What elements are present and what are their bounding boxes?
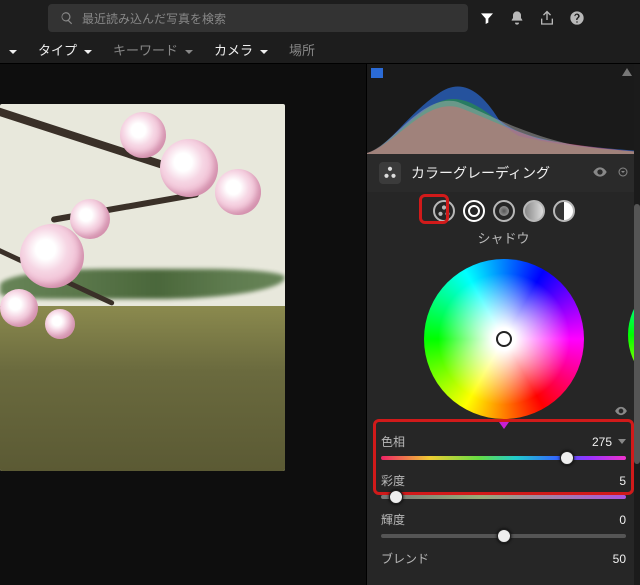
mode-midtones[interactable] xyxy=(493,200,515,222)
slider-sat-label: 彩度 xyxy=(381,472,405,489)
color-wheel[interactable] xyxy=(424,259,584,419)
canvas-area xyxy=(0,64,366,585)
slider-lum-value[interactable]: 0 xyxy=(619,513,626,527)
grading-mode-row xyxy=(367,192,640,226)
tab-keyword[interactable]: キーワード xyxy=(113,40,194,59)
slider-hue-value[interactable]: 275 xyxy=(592,435,612,449)
panel-scrollbar[interactable] xyxy=(634,64,640,585)
slider-hue: 色相 275 xyxy=(381,427,626,466)
top-bar: 最近読み込んだ写真を検索 xyxy=(0,0,640,36)
slider-blend-label: ブレンド xyxy=(381,550,429,567)
panel-menu-icon[interactable] xyxy=(618,166,628,180)
share-icon[interactable] xyxy=(538,9,556,27)
chevron-down-icon xyxy=(184,45,194,55)
toolbar-icons xyxy=(478,9,586,27)
chevron-down-icon xyxy=(259,45,269,55)
highlight-box-mode xyxy=(419,194,449,224)
tab-keyword-label: キーワード xyxy=(113,40,178,59)
tab-camera-label: カメラ xyxy=(214,40,253,59)
slider-hue-track[interactable] xyxy=(381,456,626,460)
slider-blend: ブレンド 50 xyxy=(381,544,626,579)
sliders-group: 色相 275 彩度 5 輝度 0 xyxy=(367,421,640,579)
tab-place[interactable]: 場所 xyxy=(289,40,315,59)
bell-icon[interactable] xyxy=(508,9,526,27)
mode-highlights[interactable] xyxy=(523,200,545,222)
slider-hue-label: 色相 xyxy=(381,433,405,450)
chevron-down-icon xyxy=(8,45,18,55)
visibility-eye-icon[interactable] xyxy=(592,164,608,183)
color-grading-icon xyxy=(379,162,401,184)
help-icon[interactable] xyxy=(568,9,586,27)
search-icon xyxy=(60,11,74,25)
slider-sat-value[interactable]: 5 xyxy=(619,474,626,488)
chevron-down-icon[interactable] xyxy=(618,439,626,444)
right-panel: カラーグレーディング シャドウ 色相 xyxy=(366,64,640,585)
chevron-down-icon xyxy=(83,45,93,55)
section-head-color-grading[interactable]: カラーグレーディング xyxy=(367,154,640,192)
tab-type-label: タイプ xyxy=(38,40,77,59)
slider-lum-track[interactable] xyxy=(381,534,626,538)
tab-type[interactable]: タイプ xyxy=(38,40,93,59)
slider-sat-thumb[interactable] xyxy=(389,490,403,504)
tab-camera[interactable]: カメラ xyxy=(214,40,269,59)
slider-lum-thumb[interactable] xyxy=(497,529,511,543)
panel-title: カラーグレーディング xyxy=(411,163,582,183)
tab-place-label: 場所 xyxy=(289,40,315,59)
slider-luminance: 輝度 0 xyxy=(381,505,626,544)
search-input[interactable]: 最近読み込んだ写真を検索 xyxy=(48,4,468,32)
slider-lum-label: 輝度 xyxy=(381,511,405,528)
mode-label: シャドウ xyxy=(367,226,640,255)
slider-sat-track[interactable] xyxy=(381,495,626,499)
slider-saturation: 彩度 5 xyxy=(381,466,626,505)
filter-icon[interactable] xyxy=(478,9,496,27)
mode-global[interactable] xyxy=(553,200,575,222)
main-split: カラーグレーディング シャドウ 色相 xyxy=(0,64,640,585)
preview-photo[interactable] xyxy=(0,104,285,471)
mode-shadows[interactable] xyxy=(463,200,485,222)
color-wheel-row xyxy=(367,255,640,421)
slider-blend-value[interactable]: 50 xyxy=(613,552,626,566)
search-placeholder: 最近読み込んだ写真を検索 xyxy=(82,10,226,27)
filter-tabs: タイプ キーワード カメラ 場所 xyxy=(0,36,640,64)
slider-hue-thumb[interactable] xyxy=(560,451,574,465)
panel-scroll-thumb[interactable] xyxy=(634,204,640,464)
histogram[interactable] xyxy=(367,64,640,154)
color-wheel-handle[interactable] xyxy=(496,331,512,347)
tab-rating[interactable] xyxy=(8,45,18,55)
